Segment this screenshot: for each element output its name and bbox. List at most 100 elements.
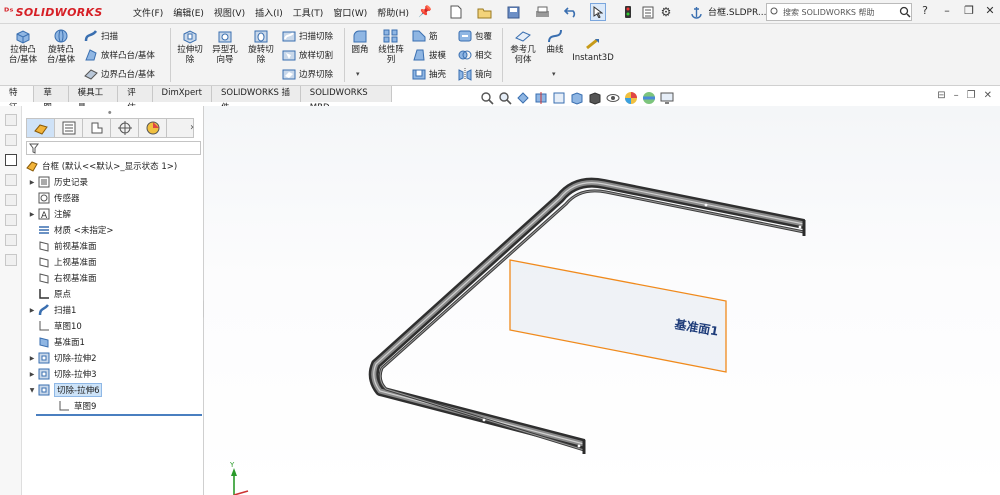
tree-item-sensors[interactable]: 传感器 xyxy=(28,190,80,206)
reference-plane[interactable]: 基准面1 xyxy=(509,259,727,373)
tree-item-sketch10[interactable]: 草图10 xyxy=(28,318,82,334)
graphics-viewport[interactable]: 基准面1 Y xyxy=(204,106,1000,495)
save-icon[interactable] xyxy=(505,3,521,21)
print-icon[interactable] xyxy=(533,3,551,21)
options-gear-icon[interactable]: ⚙ xyxy=(659,3,673,21)
tab-features[interactable]: 特征 xyxy=(0,86,35,113)
wrap-button[interactable]: 包覆 xyxy=(458,27,492,45)
curves-dropdown-icon[interactable]: ▾ xyxy=(552,70,556,78)
extrude-cut-button[interactable]: 拉伸切 除 xyxy=(174,28,206,65)
tree-item-sweep1[interactable]: ▶ 扫描1 xyxy=(28,302,76,318)
zoom-to-fit-icon[interactable] xyxy=(480,91,494,105)
circle-icon[interactable] xyxy=(5,214,17,226)
tree-item-plane1[interactable]: 基准面1 xyxy=(28,334,85,350)
expand-arrow-icon[interactable]: ▶ xyxy=(28,355,36,362)
open-icon[interactable] xyxy=(476,3,494,21)
tab-solidworks-addins[interactable]: SOLIDWORKS 插件 xyxy=(212,86,301,113)
hole-wizard-button[interactable]: 异型孔 向导 xyxy=(208,28,242,65)
minimize-icon[interactable]: – xyxy=(940,4,954,18)
sketch-icon[interactable] xyxy=(5,134,17,146)
lofted-cut-button[interactable]: 放样切割 xyxy=(282,46,333,64)
display-manager-tab-icon[interactable] xyxy=(139,119,167,137)
tree-item-origin[interactable]: 原点 xyxy=(28,286,71,302)
menu-insert[interactable]: 插入(I) xyxy=(250,6,288,19)
rib-button[interactable]: 筋 xyxy=(412,27,438,45)
menu-edit[interactable]: 编辑(E) xyxy=(168,6,209,19)
select-pointer-icon[interactable] xyxy=(590,3,606,21)
undo-icon[interactable] xyxy=(562,3,580,21)
draft-button[interactable]: 拔模 xyxy=(412,46,446,64)
spline-icon[interactable] xyxy=(5,254,17,266)
tab-mold-tools[interactable]: 模具工具 xyxy=(68,86,119,113)
panel-grip-icon[interactable]: ⦁ xyxy=(108,108,112,117)
tree-item-cut-extrude2[interactable]: ▶ 切除-拉伸2 xyxy=(28,350,96,366)
swept-cut-button[interactable]: 扫描切除 xyxy=(282,27,333,45)
dynamic-annotation-icon[interactable] xyxy=(552,91,566,105)
tree-item-front-plane[interactable]: 前视基准面 xyxy=(28,238,97,254)
edit-appearance-icon[interactable] xyxy=(624,91,638,105)
display-style-icon[interactable] xyxy=(588,91,602,105)
tree-item-history[interactable]: ▶ 历史记录 xyxy=(28,174,88,190)
extrude-boss-button[interactable]: 拉伸凸 台/基体 xyxy=(6,28,40,65)
fillet-button[interactable]: 圆角 xyxy=(348,28,372,55)
tab-solidworks-mbd[interactable]: SOLIDWORKS MBD xyxy=(300,86,393,113)
new-document-icon[interactable] xyxy=(448,3,464,21)
tab-dimxpert[interactable]: DimXpert xyxy=(152,86,213,102)
solidworks-logo[interactable]: ᴰˢ SOLIDWORKS xyxy=(4,3,103,21)
viewport-maximize-icon[interactable]: ❐ xyxy=(967,90,976,101)
line-icon[interactable] xyxy=(5,174,17,186)
close-icon[interactable]: ✕ xyxy=(983,4,997,18)
tree-filter-input[interactable] xyxy=(26,141,201,155)
expand-arrow-icon[interactable]: ▶ xyxy=(28,371,36,378)
reference-geometry-button[interactable]: 参考几 何体 xyxy=(506,28,540,65)
tab-evaluate[interactable]: 评估 xyxy=(118,86,153,113)
boundary-cut-button[interactable]: 边界切除 xyxy=(282,65,333,83)
linear-pattern-button[interactable]: 线性阵 列 xyxy=(374,28,408,65)
loft-boss-button[interactable]: 放样凸台/基体 xyxy=(84,46,155,64)
expand-arrow-icon[interactable]: ▶ xyxy=(28,179,36,186)
tree-root-part[interactable]: 台框 (默认<<默认>_显示状态 1>) xyxy=(24,158,177,174)
help-search-input[interactable]: 搜索 SOLIDWORKS 帮助 xyxy=(766,3,912,21)
viewport-minimize-icon[interactable]: – xyxy=(954,90,959,101)
menu-help[interactable]: 帮助(H) xyxy=(372,6,414,19)
menu-window[interactable]: 窗口(W) xyxy=(328,6,372,19)
pin-icon[interactable]: 📌 xyxy=(418,5,432,19)
rollback-bar[interactable] xyxy=(36,414,202,416)
boundary-boss-button[interactable]: 边界凸台/基体 xyxy=(84,65,155,83)
expand-arrow-icon[interactable]: ▶ xyxy=(28,307,36,314)
collapse-arrow-icon[interactable]: ▼ xyxy=(28,387,36,394)
help-question-icon[interactable]: ? xyxy=(918,4,932,18)
viewport-close-icon[interactable]: ✕ xyxy=(984,90,992,101)
property-manager-tab-icon[interactable] xyxy=(55,119,83,137)
zoom-to-area-icon[interactable] xyxy=(498,91,512,105)
curves-button[interactable]: 曲线 xyxy=(542,28,568,55)
menu-tools[interactable]: 工具(T) xyxy=(288,6,329,19)
tree-item-annotations[interactable]: ▶ A 注解 xyxy=(28,206,71,222)
mirror-button[interactable]: 镜向 xyxy=(458,65,492,83)
menu-file[interactable]: 文件(F) xyxy=(128,6,168,19)
smart-dimension-icon[interactable] xyxy=(5,114,17,126)
rebuild-icon[interactable] xyxy=(622,3,634,21)
fillet-dropdown-icon[interactable]: ▾ xyxy=(356,70,360,78)
tab-sketch[interactable]: 草图 xyxy=(34,86,69,113)
view-settings-icon[interactable] xyxy=(660,91,674,105)
arc-icon[interactable] xyxy=(5,234,17,246)
tree-item-material[interactable]: 材质 <未指定> xyxy=(28,222,113,238)
dimxpert-manager-tab-icon[interactable] xyxy=(111,119,139,137)
menu-view[interactable]: 视图(V) xyxy=(209,6,250,19)
tree-item-top-plane[interactable]: 上视基准面 xyxy=(28,254,97,270)
revolve-boss-button[interactable]: 旋转凸 台/基体 xyxy=(44,28,78,65)
viewport-restore-icon[interactable]: ⊟ xyxy=(937,90,945,101)
feature-manager-tab-icon[interactable] xyxy=(27,119,55,137)
tree-item-right-plane[interactable]: 右视基准面 xyxy=(28,270,97,286)
rectangle-icon[interactable] xyxy=(5,194,17,206)
sweep-button[interactable]: 扫描 xyxy=(84,27,118,45)
hide-show-items-icon[interactable] xyxy=(606,91,620,105)
search-icon[interactable] xyxy=(899,6,911,18)
intersect-button[interactable]: 相交 xyxy=(458,46,492,64)
view-orientation-icon[interactable] xyxy=(570,91,584,105)
tree-item-cut-extrude3[interactable]: ▶ 切除-拉伸3 xyxy=(28,366,96,382)
tree-item-cut-extrude6[interactable]: ▼ 切除-拉伸6 xyxy=(28,382,103,398)
anchor-icon[interactable] xyxy=(688,3,704,21)
previous-view-icon[interactable] xyxy=(516,91,530,105)
